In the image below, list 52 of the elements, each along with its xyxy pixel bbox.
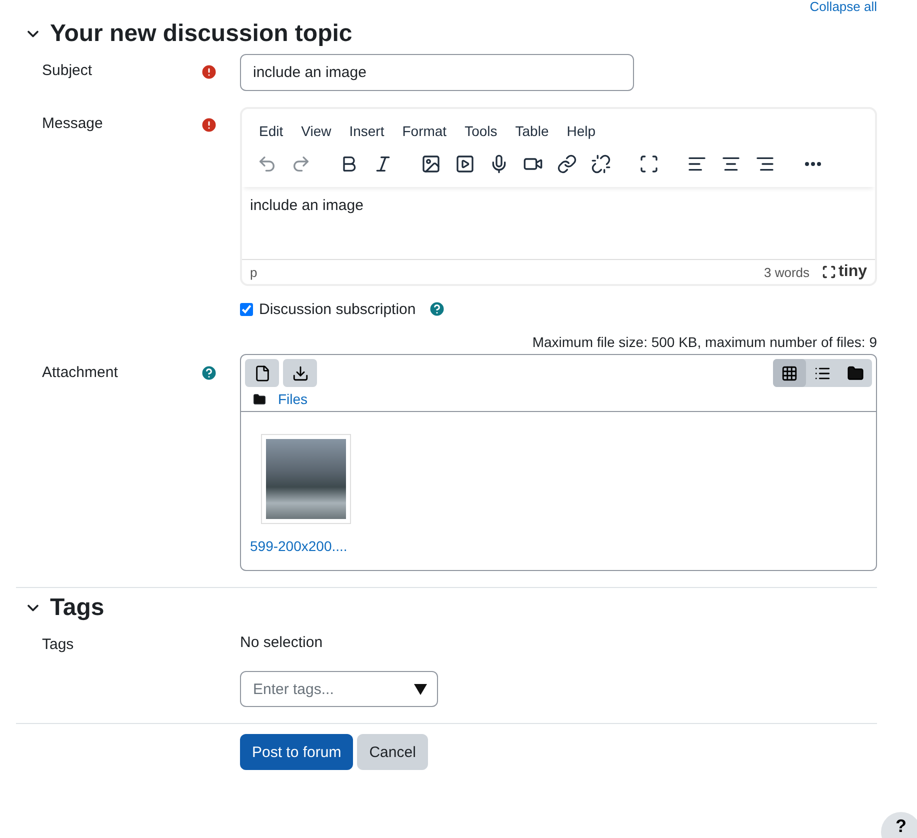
add-file-button[interactable] xyxy=(245,359,279,387)
file-limits-text: Maximum file size: 500 KB, maximum number of files: 9 xyxy=(531,334,877,350)
form-button[interactable]: Cancel xyxy=(357,734,428,770)
help-icon[interactable] xyxy=(428,300,446,318)
collapse-all-link[interactable]: Collapse all xyxy=(16,0,877,14)
form-button[interactable]: Post to forum xyxy=(240,734,354,770)
help-icon[interactable] xyxy=(200,364,218,382)
editor-content[interactable]: include an image xyxy=(242,187,875,259)
required-icon xyxy=(200,116,218,134)
logo-icon xyxy=(822,265,836,279)
link-icon xyxy=(557,154,577,174)
unlink-icon xyxy=(591,154,611,174)
menu-item[interactable]: Table xyxy=(506,119,558,143)
menu-item[interactable]: Edit xyxy=(250,119,292,143)
undo-icon xyxy=(257,154,277,174)
file-name-link[interactable]: 599-200x200.... xyxy=(250,538,867,554)
folder-icon xyxy=(253,392,266,406)
breadcrumb-link[interactable]: Files xyxy=(278,391,308,407)
word-count: 3 words xyxy=(764,264,810,280)
download-button[interactable] xyxy=(283,359,317,387)
subscription-checkbox[interactable] xyxy=(240,302,253,316)
section-title: Your new discussion topic xyxy=(50,20,352,48)
section-title: Tags xyxy=(50,594,104,622)
subject-input[interactable]: include an image xyxy=(240,54,634,91)
grid-icon xyxy=(781,364,798,382)
folder-icon xyxy=(847,364,864,382)
checkbox-label: Discussion subscription xyxy=(259,300,416,318)
menu-item[interactable]: Format xyxy=(393,119,456,143)
help-button[interactable]: ? xyxy=(881,812,917,838)
required-icon xyxy=(200,63,218,81)
brand-name: tiny xyxy=(838,263,867,281)
tags-dropdown[interactable]: Enter tags... xyxy=(240,671,438,707)
selection-text: No selection xyxy=(240,633,324,651)
menu-item[interactable]: Tools xyxy=(456,119,506,143)
element-path: p xyxy=(250,264,258,280)
image-icon xyxy=(421,154,441,174)
fullscreen-icon xyxy=(639,154,659,174)
view-toggle-button[interactable] xyxy=(773,359,806,387)
download-icon xyxy=(292,364,308,382)
menu-item[interactable]: View xyxy=(292,119,340,143)
field-label: Message xyxy=(41,114,104,132)
field-label: Attachment xyxy=(41,363,119,381)
menu-item[interactable]: Help xyxy=(558,119,605,143)
more-icon xyxy=(805,162,821,166)
dropdown-caret-icon xyxy=(414,684,427,694)
field-label: Subject xyxy=(41,61,94,79)
file-icon xyxy=(254,364,270,382)
redo-icon xyxy=(291,154,311,174)
media-icon xyxy=(455,154,475,174)
menu-item[interactable]: Insert xyxy=(340,119,394,143)
field-label: Tags xyxy=(41,635,75,653)
placeholder-text: Enter tags... xyxy=(253,680,334,698)
